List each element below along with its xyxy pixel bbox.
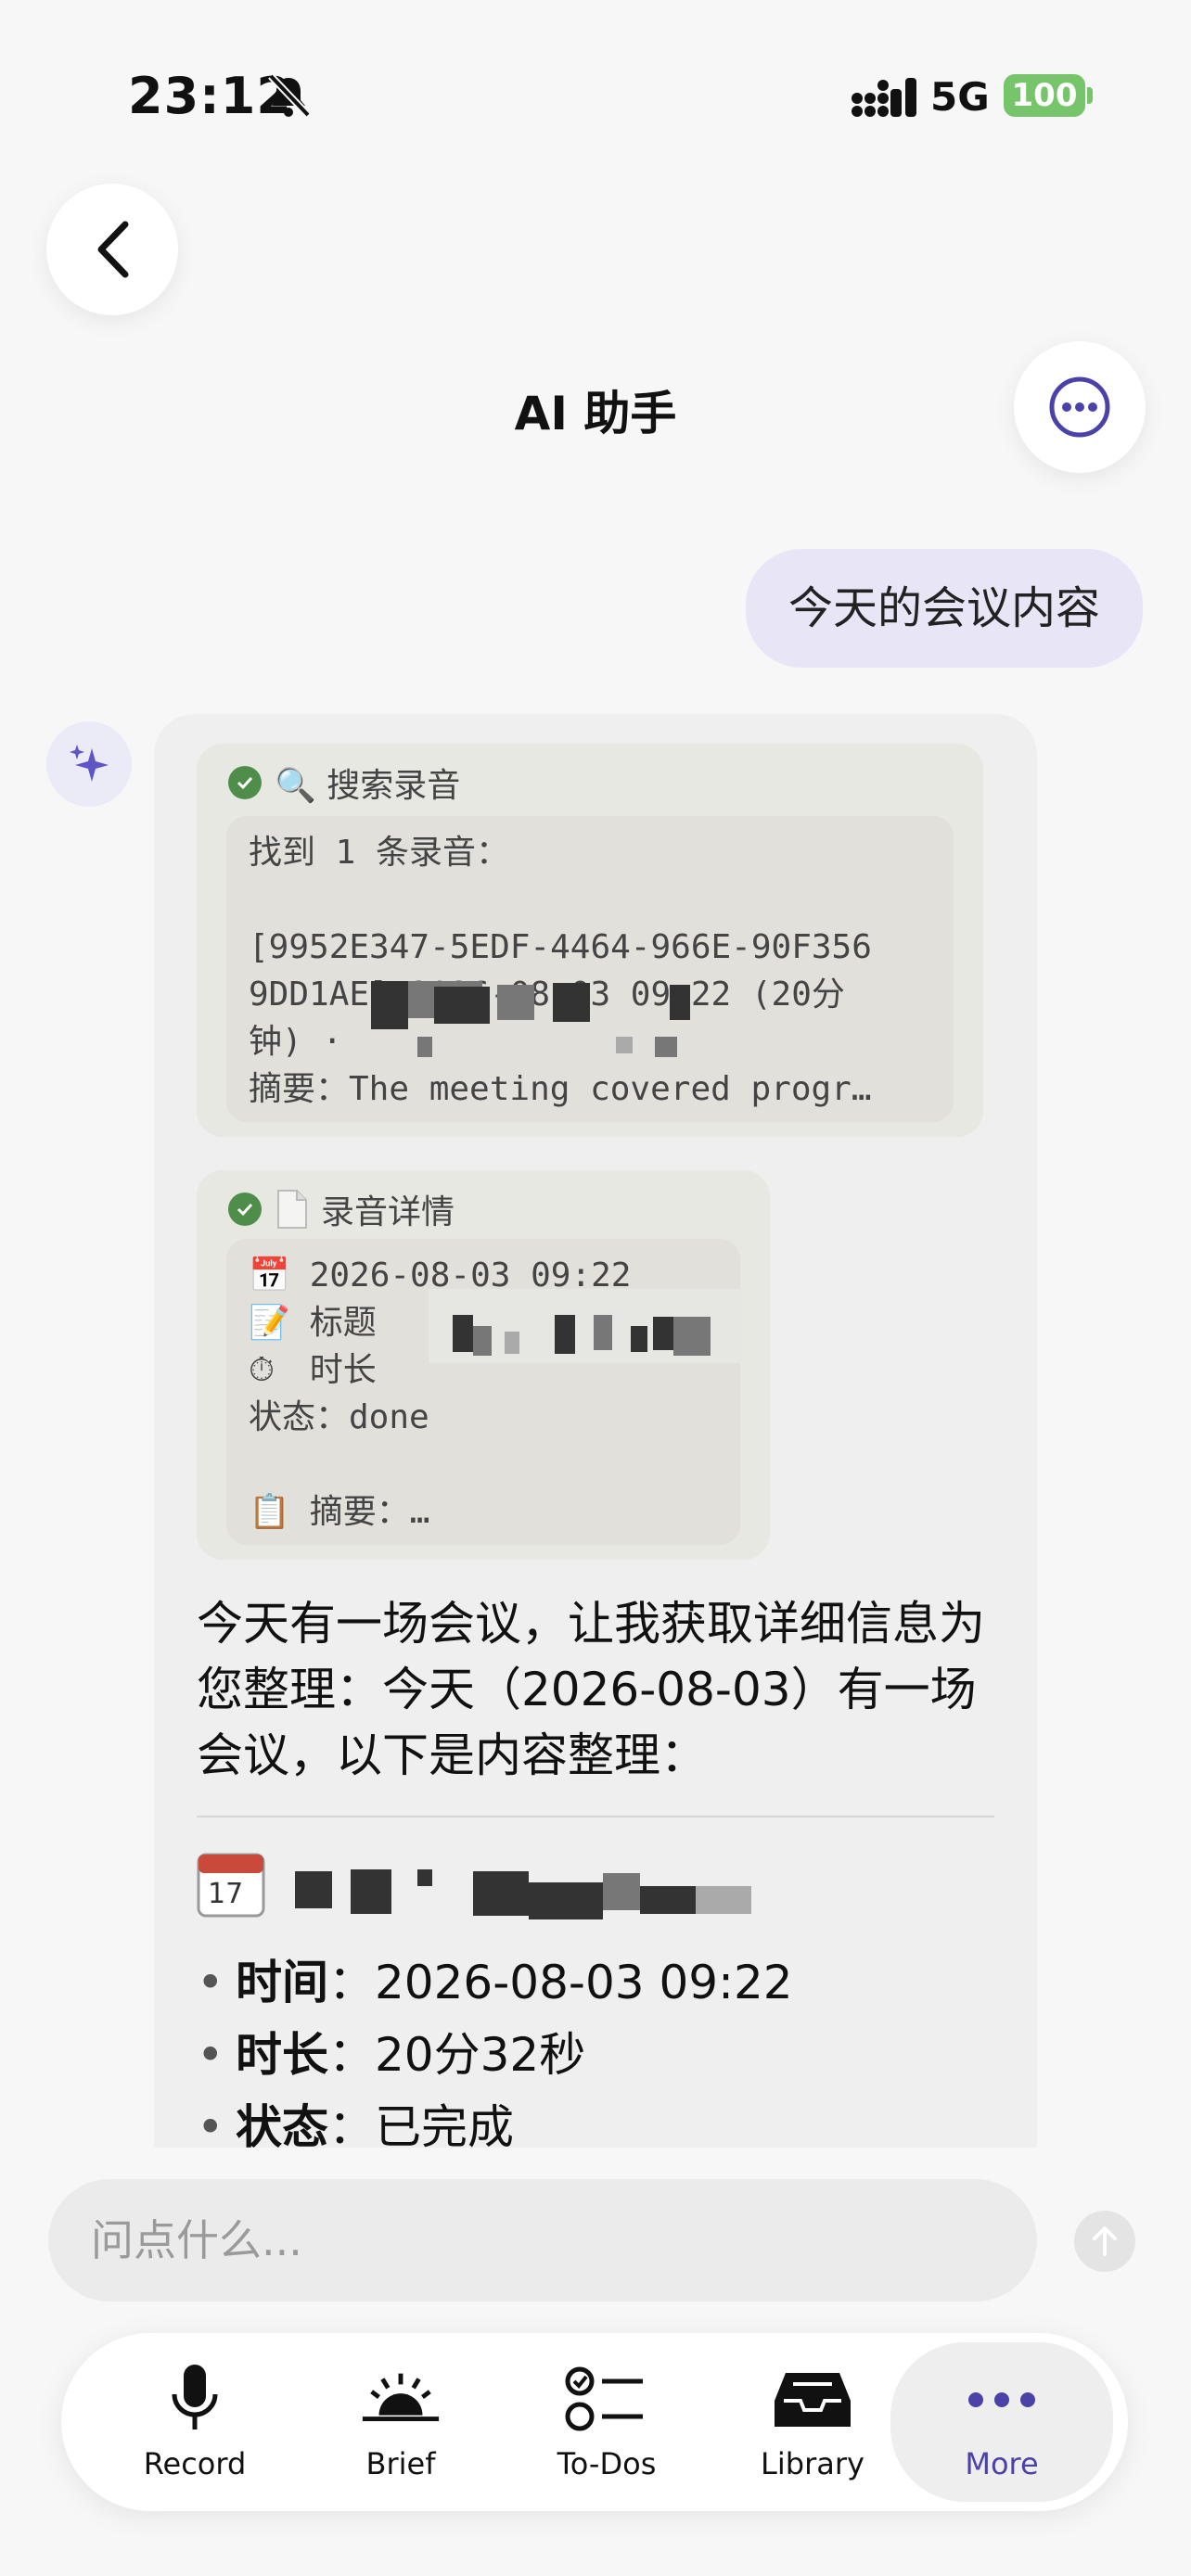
detail-summary-row: 📋 摘要：…	[249, 1488, 718, 1536]
memo-icon: 📝	[249, 1304, 290, 1342]
search-line	[249, 876, 931, 924]
search-line: 摘要：The meeting covered progr…	[249, 1070, 872, 1108]
detail-label: 状态	[236, 2100, 328, 2154]
send-button[interactable]	[1074, 2211, 1135, 2272]
signal-icon	[852, 78, 916, 117]
checklist-icon	[565, 2366, 643, 2431]
divider	[197, 1816, 994, 1817]
detail-title: 标题	[309, 1304, 377, 1342]
detail-duration: 时长	[309, 1351, 377, 1389]
detail-value: 已完成	[375, 2100, 514, 2154]
tab-label: Brief	[365, 2446, 436, 2481]
status-bar: 23:12 5G 100	[0, 0, 1191, 195]
sunrise-icon	[362, 2373, 440, 2421]
detail-label: 时长	[236, 2028, 328, 2082]
user-message-bubble: 今天的会议内容	[745, 549, 1143, 668]
svg-text:17: 17	[208, 1878, 243, 1910]
message-input[interactable]	[48, 2179, 1037, 2302]
sparkle-icon	[70, 745, 109, 782]
tool-detail-header: 录音详情	[228, 1185, 455, 1233]
tab-label: To-Dos	[557, 2446, 657, 2481]
tab-label: Library	[761, 2446, 864, 2481]
page-title: AI 助手	[514, 387, 677, 440]
search-line: [9952E347-5EDF-4464-966E-90F356	[249, 928, 872, 966]
detail-value: 2026-08-03 09:22	[375, 1956, 793, 2009]
tool-search-header: 🔍 搜索录音	[228, 759, 460, 807]
mic-icon	[172, 2365, 218, 2429]
tool-search-output: 找到 1 条录音： [9952E347-5EDF-4464-966E-90F35…	[226, 816, 954, 1122]
tab-brief[interactable]: Brief	[299, 2333, 503, 2511]
assistant-message-text: 今天有一场会议，让我获取详细信息为您整理：今天（2026-08-03）有一场会议…	[197, 1597, 985, 1782]
detail-item-time: • 时间：2026-08-03 09:22	[197, 1956, 793, 2009]
network-type: 5G	[930, 74, 990, 120]
chevron-left-icon	[97, 221, 129, 278]
tool-search-title: 🔍 搜索录音	[275, 767, 461, 805]
tray-icon	[775, 2373, 851, 2427]
search-line: 找到 1 条录音：	[249, 834, 510, 872]
calendar-icon: 17	[197, 1853, 265, 1918]
battery-tip	[1087, 87, 1093, 104]
tab-record[interactable]: Record	[93, 2333, 297, 2511]
detail-summary: 摘要：…	[309, 1493, 430, 1531]
tab-library[interactable]: Library	[711, 2333, 915, 2511]
detail-label: 时间	[236, 1956, 328, 2009]
check-icon	[228, 1192, 262, 1226]
back-button[interactable]	[46, 184, 178, 315]
ellipsis-circle-icon	[1049, 376, 1110, 438]
stopwatch-icon: ⏱	[249, 1351, 275, 1389]
tab-bar: Record Brief To-Dos Library More	[61, 2333, 1128, 2511]
calendar-icon: 📅	[249, 1256, 290, 1294]
detail-item-duration: • 时长：20分32秒	[197, 2028, 586, 2082]
tab-label: More	[965, 2446, 1039, 2481]
bell-off-icon	[268, 73, 311, 118]
battery-indicator: 100	[1004, 74, 1085, 117]
clipboard-icon: 📋	[249, 1493, 290, 1531]
search-line: 钟) ·	[249, 1023, 343, 1061]
ellipsis-icon	[968, 2392, 1035, 2407]
document-icon	[277, 1190, 307, 1229]
tool-detail-output: 📅 2026-08-03 09:22 📝 标题 ⏱ 时长 状态：done 📋 摘…	[226, 1239, 740, 1545]
tab-label: Record	[143, 2446, 247, 2481]
detail-value: 20分32秒	[375, 2028, 586, 2082]
arrow-up-icon	[1093, 2226, 1117, 2256]
check-icon	[228, 766, 262, 799]
tab-more[interactable]: More	[890, 2342, 1113, 2502]
ai-avatar	[46, 721, 132, 807]
tool-detail-title: 录音详情	[321, 1193, 455, 1231]
search-line: 9DD1AE] 2026-08-03 09:22 (20分	[249, 976, 845, 1014]
more-options-button[interactable]	[1014, 341, 1146, 473]
tab-todos[interactable]: To-Dos	[505, 2333, 709, 2511]
detail-status: 状态：done	[249, 1398, 429, 1436]
